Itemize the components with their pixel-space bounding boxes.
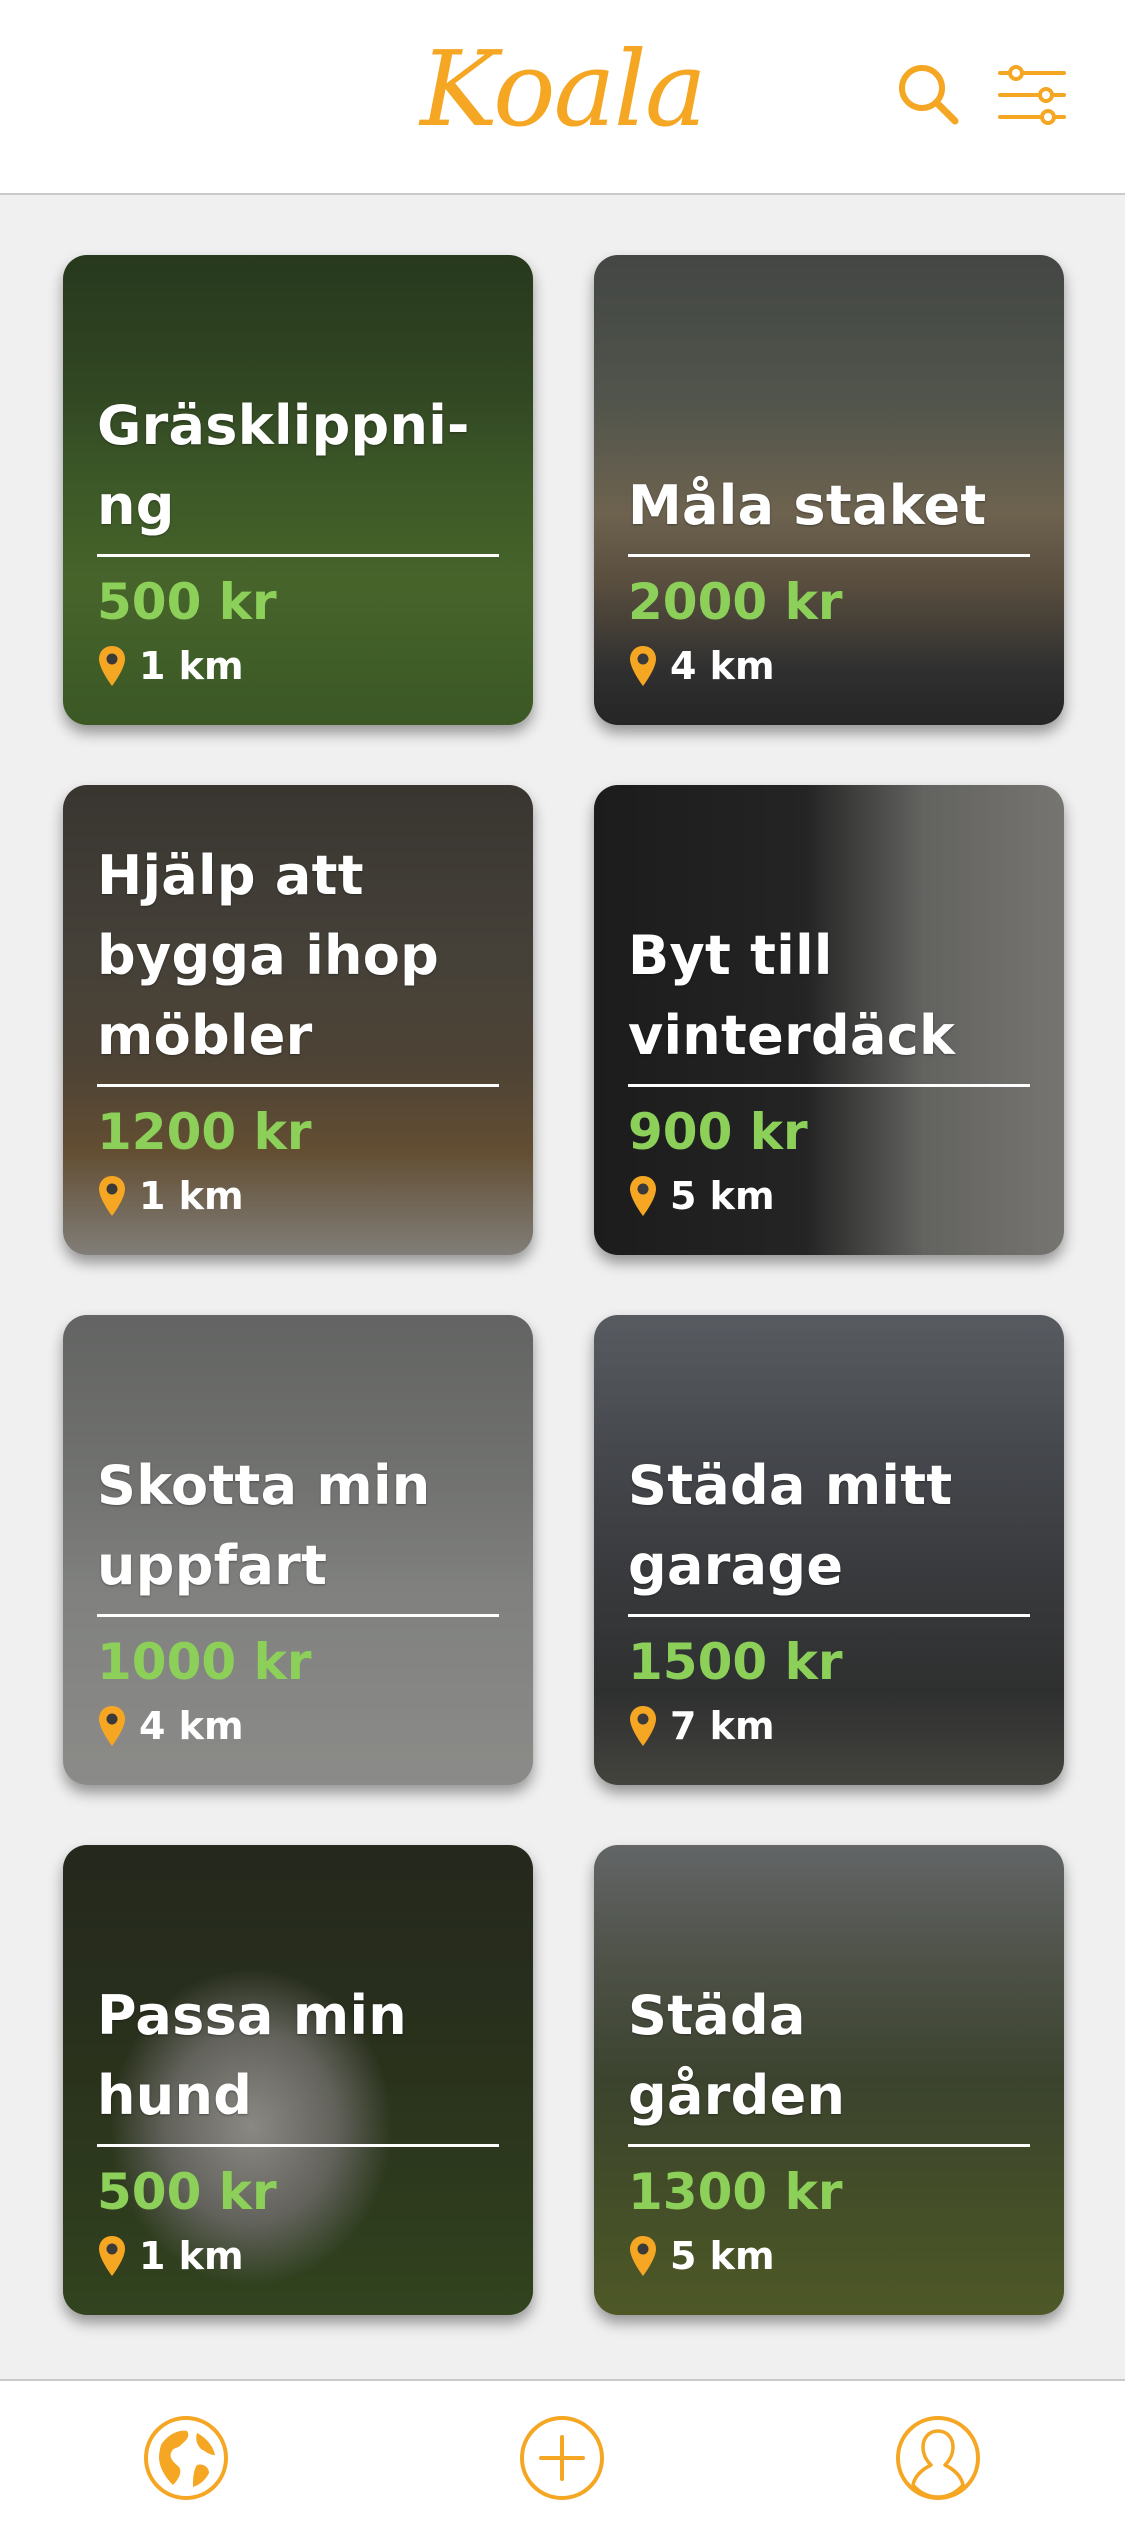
plus-circle-icon[interactable] [519,2415,605,2501]
job-distance-text: 4 km [139,1704,244,1748]
sliders-icon[interactable] [992,55,1072,135]
search-icon[interactable] [889,55,969,135]
job-distance-text: 1 km [139,1174,244,1218]
location-pin-icon [97,644,127,688]
job-price: 1300 kr [628,2163,843,2221]
job-price: 500 kr [97,573,277,631]
location-pin-icon [628,644,658,688]
job-distance: 1 km [97,2227,499,2285]
job-price: 1200 kr [97,1103,312,1161]
job-distance-text: 5 km [670,2234,775,2278]
job-title: Hjälp att bygga ihop möbler [97,836,499,1087]
job-title: Städa gården [628,1976,1030,2147]
job-title: Byt till vinterdäck [628,916,1030,1087]
location-pin-icon [628,2234,658,2278]
job-price: 1500 kr [628,1633,843,1691]
user-icon[interactable] [895,2415,981,2501]
location-pin-icon [97,1174,127,1218]
job-card[interactable]: Städa gården 1300 kr 5 km [594,1845,1064,2315]
job-info: Byt till vinterdäck 900 kr 5 km [628,916,1030,1225]
globe-icon[interactable] [143,2415,229,2501]
job-card[interactable]: Skotta min uppfart 1000 kr 4 km [63,1315,533,1785]
location-pin-icon [97,1704,127,1748]
job-title: Passa min hund [97,1976,499,2147]
job-info: Måla staket 2000 kr 4 km [628,466,1030,695]
job-distance: 5 km [628,1167,1030,1225]
job-card[interactable]: Gräsklippni- ng 500 kr 1 km [63,255,533,725]
job-info: Gräsklippni- ng 500 kr 1 km [97,386,499,695]
job-info: Passa min hund 500 kr 1 km [97,1976,499,2285]
job-distance-text: 7 km [670,1704,775,1748]
job-distance-text: 5 km [670,1174,775,1218]
job-distance: 4 km [628,637,1030,695]
location-pin-icon [97,2234,127,2278]
job-distance: 4 km [97,1697,499,1755]
job-distance: 7 km [628,1697,1030,1755]
job-card[interactable]: Passa min hund 500 kr 1 km [63,1845,533,2315]
job-card[interactable]: Byt till vinterdäck 900 kr 5 km [594,785,1064,1255]
job-title: Gräsklippni- ng [97,386,499,557]
bottom-tab-bar [0,2379,1125,2529]
job-info: Städa mitt garage 1500 kr 7 km [628,1446,1030,1755]
job-title: Skotta min uppfart [97,1446,499,1617]
job-distance-text: 4 km [670,644,775,688]
job-distance: 5 km [628,2227,1030,2285]
job-card[interactable]: Hjälp att bygga ihop möbler 1200 kr 1 km [63,785,533,1255]
location-pin-icon [628,1174,658,1218]
job-title: Måla staket [628,466,1030,557]
job-distance-text: 1 km [139,2234,244,2278]
job-card[interactable]: Städa mitt garage 1500 kr 7 km [594,1315,1064,1785]
job-price: 900 kr [628,1103,808,1161]
job-price: 500 kr [97,2163,277,2221]
job-card[interactable]: Måla staket 2000 kr 4 km [594,255,1064,725]
job-info: Städa gården 1300 kr 5 km [628,1976,1030,2285]
job-distance: 1 km [97,1167,499,1225]
job-distance: 1 km [97,637,499,695]
location-pin-icon [628,1704,658,1748]
job-info: Skotta min uppfart 1000 kr 4 km [97,1446,499,1755]
app-header: Koala [0,0,1125,195]
job-price: 1000 kr [97,1633,312,1691]
job-title: Städa mitt garage [628,1446,1030,1617]
job-price: 2000 kr [628,573,843,631]
job-distance-text: 1 km [139,644,244,688]
job-info: Hjälp att bygga ihop möbler 1200 kr 1 km [97,836,499,1225]
